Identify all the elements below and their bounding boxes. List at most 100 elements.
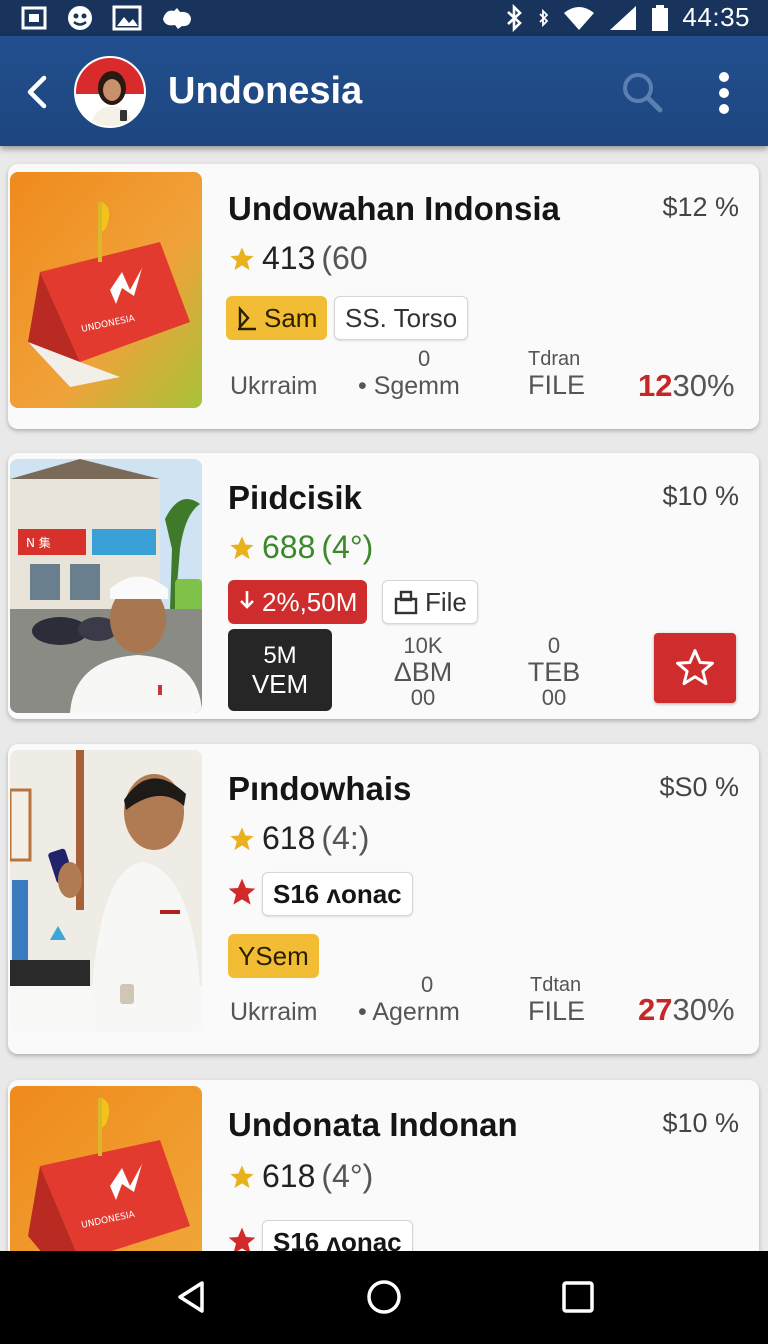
meta-type: FILE	[528, 370, 586, 400]
app-title: Undonata Indonan	[228, 1106, 518, 1143]
list-item[interactable]: N 集 Piıdcisik $10 % 688 (4°) 2%,50M File…	[8, 453, 759, 719]
list-item[interactable]: Pındowhais $S0 % 618 (4:) S16 ʌonac YSem…	[8, 744, 759, 1054]
star-icon	[230, 826, 254, 850]
star-icon	[230, 535, 254, 559]
tag-chip[interactable]: File	[382, 580, 478, 624]
meta-detail: • Agernm	[358, 998, 460, 1026]
stat-line: 0	[547, 633, 561, 658]
meta-type: FILE	[528, 996, 586, 1026]
meta-detail: • Sgemm	[358, 372, 460, 400]
meta-count: 0	[418, 346, 431, 371]
stat-line: 10K	[403, 633, 443, 658]
rating: 413 (60	[228, 240, 368, 277]
rating-value: 413	[262, 240, 316, 276]
meta-publisher: Ukrraim	[230, 372, 318, 400]
rating: 618 (4:)	[228, 820, 369, 857]
tag-chip[interactable]: S16 ʌonac	[262, 1220, 413, 1251]
tag-chip[interactable]: 2%,50M	[228, 580, 368, 624]
system-nav-bar	[0, 1251, 768, 1344]
status-time: 44:35	[682, 2, 750, 32]
app-price: $S0 %	[659, 772, 739, 802]
size-badge: 5M VEM	[228, 629, 332, 711]
tag-label: Sam	[264, 302, 318, 333]
app-bar: Undonesia	[0, 36, 768, 146]
battery-icon	[652, 4, 669, 31]
list-item[interactable]: UNDONESIA Undowahan Indonsia $12 % 413 (…	[8, 164, 759, 429]
stat-block: 0 TEB 00	[512, 633, 596, 711]
percentage-highlight: 12	[638, 368, 673, 403]
size-badge-line2: VEM	[251, 669, 309, 699]
stat-line: 00	[541, 685, 567, 710]
app-title: Piıdcisik	[228, 479, 362, 516]
app-list: UNDONESIA Undowahan Indonsia $12 % 413 (…	[0, 146, 768, 1251]
percentage-rest: 30%	[672, 992, 735, 1027]
percentage-rest: 30%	[672, 368, 735, 403]
tag-label: S16 ʌonac	[273, 1226, 402, 1252]
app-thumbnail: UNDONESIA	[10, 172, 202, 408]
rating-count: (60	[321, 240, 368, 276]
app-title: Pındowhais	[228, 770, 412, 807]
tag-chip[interactable]: YSem	[228, 934, 319, 978]
screenshot-notification-icon	[21, 6, 47, 30]
red-star-icon	[228, 1227, 256, 1251]
page-title: Undonesia	[168, 70, 363, 112]
stat-block: 10K ΔBM 00	[374, 633, 472, 711]
more-vert-icon[interactable]	[706, 70, 742, 116]
tag-label: File	[425, 586, 467, 617]
file-icon	[394, 590, 418, 615]
globe-notification-icon	[68, 6, 92, 30]
size-badge-line1: 5M	[263, 642, 297, 669]
meta-publisher: Ukrraim	[230, 998, 318, 1026]
app-notification-icon	[163, 8, 191, 29]
image-notification-icon	[112, 5, 142, 31]
percentage: 1230%	[638, 368, 735, 404]
stat-line: ΔBM	[393, 657, 453, 687]
nav-recents-icon[interactable]	[558, 1277, 598, 1317]
percentage: 2730%	[638, 992, 735, 1028]
app-thumbnail: UNDONESIA	[10, 1086, 202, 1251]
bluetooth-small-icon	[539, 8, 549, 27]
app-title: Undowahan Indonsia	[228, 190, 560, 227]
tag-chip[interactable]: S16 ʌonac	[262, 872, 413, 916]
percentage-highlight: 27	[638, 992, 673, 1027]
rating-count: (4:)	[321, 820, 370, 856]
list-item[interactable]: UNDONESIA Undonata Indonan $10 % 618 (4°…	[8, 1080, 759, 1251]
avatar[interactable]	[74, 56, 146, 128]
back-arrow-icon[interactable]	[18, 72, 58, 112]
tag-label: 2%,50M	[262, 586, 358, 617]
star-icon	[230, 246, 254, 270]
stat-line: TEB	[527, 657, 581, 687]
svg-text:N 集: N 集	[26, 535, 51, 550]
meta-count: 0	[421, 972, 434, 997]
app-thumbnail: N 集	[10, 459, 202, 713]
favorite-button[interactable]	[654, 633, 736, 703]
rating-value: 618	[262, 820, 316, 856]
rating: 618 (4°)	[228, 1158, 373, 1195]
download-icon	[240, 591, 254, 609]
nav-back-icon[interactable]	[172, 1277, 212, 1317]
app-price: $10 %	[662, 481, 739, 511]
stat-line: 00	[410, 685, 436, 710]
search-icon[interactable]	[618, 68, 666, 116]
bluetooth-icon	[507, 3, 523, 32]
red-star-icon	[228, 878, 256, 905]
rating-value: 688	[262, 529, 316, 565]
nav-home-icon[interactable]	[364, 1277, 404, 1317]
tag-label: YSem	[238, 940, 309, 971]
meta-label: Tdran	[528, 348, 581, 370]
app-thumbnail	[10, 750, 202, 1032]
wifi-icon	[564, 6, 595, 30]
tag-label: SS. Torso	[345, 302, 458, 333]
pen-icon	[238, 305, 256, 331]
app-price: $12 %	[662, 192, 739, 222]
rating-value: 618	[262, 1158, 316, 1194]
rating: 688 (4°)	[228, 529, 373, 566]
rating-count: (4°)	[321, 1158, 374, 1194]
star-icon	[230, 1164, 254, 1188]
tag-chip[interactable]: SS. Torso	[334, 296, 469, 340]
tag-chip[interactable]: Sam	[226, 296, 328, 340]
tag-label: S16 ʌonac	[273, 878, 402, 909]
cell-signal-icon	[610, 5, 637, 30]
rating-count: (4°)	[321, 529, 374, 565]
app-price: $10 %	[662, 1108, 739, 1138]
